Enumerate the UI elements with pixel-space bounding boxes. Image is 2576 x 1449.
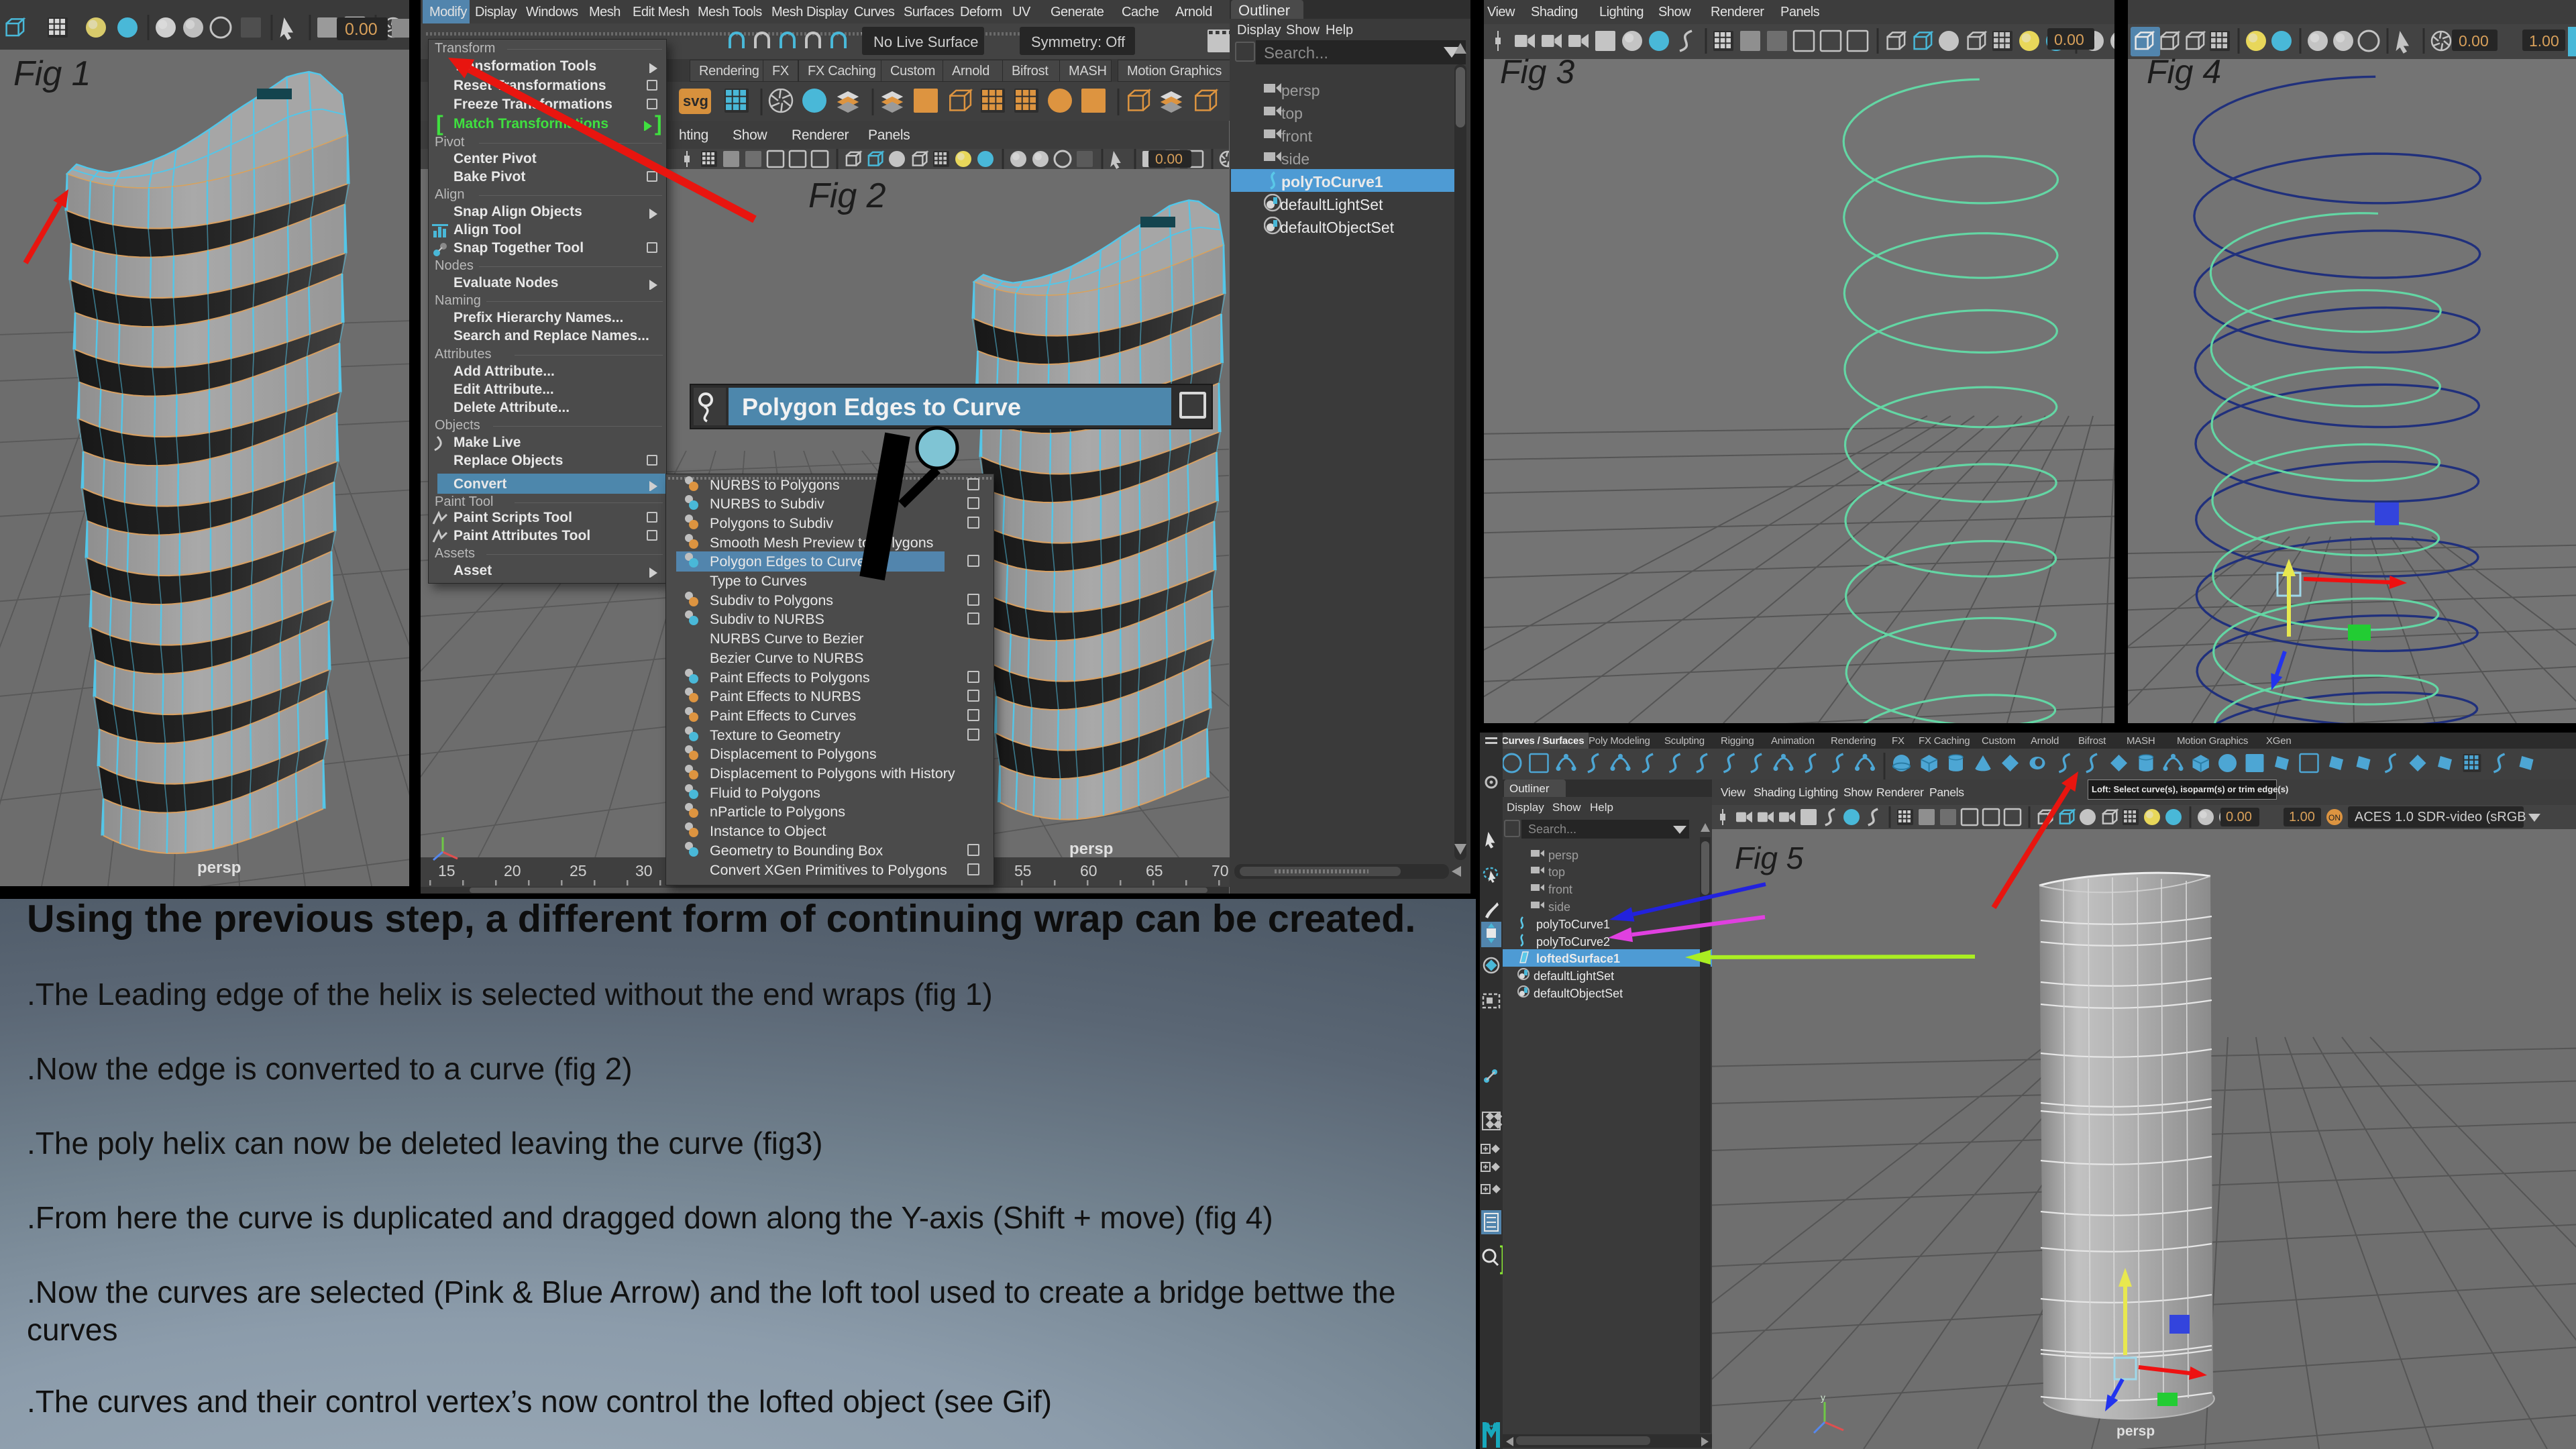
svg-text:30: 30 (635, 862, 653, 879)
svg-text:15: 15 (438, 862, 455, 879)
svg-text:ON: ON (2328, 813, 2341, 822)
svg-text:y: y (1821, 1395, 1825, 1403)
svg-text:25: 25 (570, 862, 587, 879)
svg-text:65: 65 (1146, 862, 1163, 879)
svg-text:20: 20 (504, 862, 521, 879)
svg-text:55: 55 (1014, 862, 1032, 879)
svg-text:70: 70 (1212, 862, 1229, 879)
svg-text:60: 60 (1080, 862, 1097, 879)
